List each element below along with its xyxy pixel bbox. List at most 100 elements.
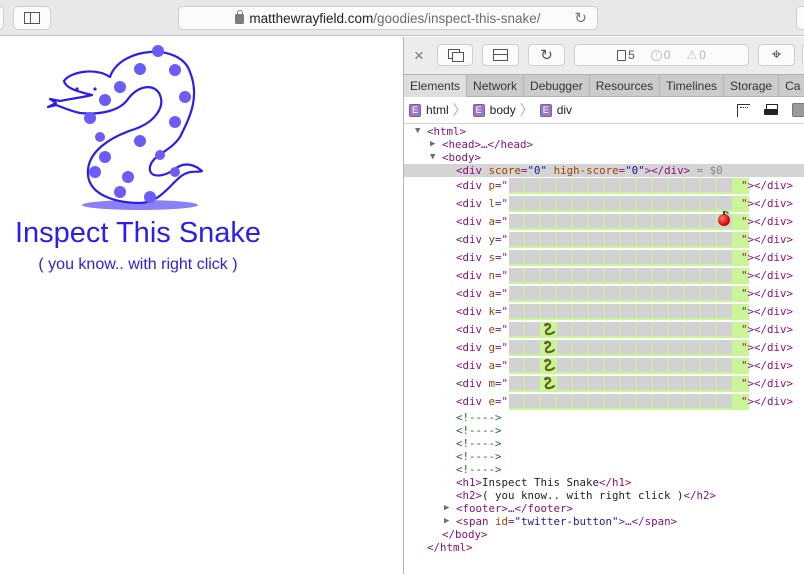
grid-cell (621, 232, 636, 246)
grid-cell (637, 394, 652, 408)
window-icon[interactable] (792, 103, 804, 117)
grid-row[interactable]: <div y=" "></div> (404, 231, 804, 249)
undock-button[interactable] (437, 44, 473, 66)
grid-cell (701, 286, 716, 300)
print-icon[interactable] (764, 103, 778, 117)
grid-row[interactable]: <div a=" "></div> (404, 211, 804, 231)
apple-cell (717, 211, 732, 228)
reload-icon[interactable]: ↻ (574, 9, 587, 27)
disclosure-closed-icon[interactable]: ▶ (430, 138, 435, 151)
tree-node-h1[interactable]: <h1>Inspect This Snake</h1> (404, 476, 804, 489)
disclosure-open-icon[interactable]: ▼ (415, 125, 420, 138)
grid-row-suffix: "></div> (741, 323, 794, 336)
activity-counts-button[interactable]: 5 ! 0 ⚠ 0 (574, 44, 749, 66)
tab-network[interactable]: Network (467, 75, 525, 97)
grid-row[interactable]: <div e=" "></div> (404, 321, 804, 339)
apple-icon (718, 211, 730, 226)
address-bar[interactable]: matthewrayfield.com/goodies/inspect-this… (178, 6, 598, 30)
inspect-element-button[interactable]: ⌖ (758, 44, 795, 66)
grid-cell (669, 286, 684, 300)
grid-row[interactable]: <div a=" "></div> (404, 285, 804, 303)
grid-row[interactable]: <div l=" "></div> (404, 195, 804, 213)
grid-row-prefix: <div p=" (456, 179, 509, 192)
tab-console[interactable]: Ca (779, 75, 804, 97)
url-host: matthewrayfield.com (249, 10, 374, 26)
grid-cell (525, 376, 540, 390)
grid-cell (621, 178, 636, 192)
document-icon (617, 49, 627, 61)
tree-node-h2[interactable]: <h2>( you know.. with right click )</h2> (404, 489, 804, 502)
grid-cell (605, 286, 620, 300)
grid-row[interactable]: <div e=" "></div> (404, 393, 804, 411)
tab-resources[interactable]: Resources (590, 75, 661, 97)
grid-row[interactable]: <div s=" "></div> (404, 249, 804, 267)
tab-debugger[interactable]: Debugger (524, 75, 590, 97)
grid-cell (605, 196, 620, 210)
tab-timelines[interactable]: Timelines (660, 75, 725, 97)
grid-cell (557, 214, 572, 228)
grid-cell (525, 322, 540, 336)
tree-node-html-close: </html> (427, 541, 473, 554)
grid-cell (509, 214, 524, 228)
share-button[interactable] (796, 6, 804, 30)
grid-cell (637, 214, 652, 228)
dock-bottom-button[interactable] (482, 44, 519, 66)
tree-node-footer[interactable]: ▶ <footer>…</footer> (404, 502, 804, 515)
tree-node-body[interactable]: ▼ <body> (404, 151, 804, 164)
breadcrumb-html[interactable]: Ehtml (409, 103, 449, 117)
grid-row[interactable]: <div g=" "></div> (404, 339, 804, 357)
tab-storage[interactable]: Storage (724, 75, 780, 97)
grid-cells (509, 358, 749, 374)
disclosure-closed-icon[interactable]: ▶ (444, 515, 449, 528)
grid-row[interactable]: <div m=" "></div> (404, 375, 804, 393)
disclosure-closed-icon[interactable]: ▶ (444, 502, 449, 515)
grid-cell (573, 286, 588, 300)
grid-cell (509, 196, 524, 210)
grid-cell (653, 250, 668, 264)
tree-node-comment[interactable]: <!----> (404, 463, 804, 476)
ruler-icon[interactable] (737, 103, 750, 117)
grid-cell (653, 304, 668, 318)
grid-cells (509, 268, 749, 284)
tab-elements[interactable]: Elements (404, 75, 468, 97)
grid-cell (525, 214, 540, 228)
grid-row-prefix: <div a=" (456, 287, 509, 300)
tree-node-html[interactable]: ▼ <html> (404, 125, 804, 138)
grid-cell (717, 376, 732, 390)
breadcrumb-div[interactable]: Ediv (539, 103, 572, 117)
grid-cell (653, 214, 668, 228)
tree-node-comment[interactable]: <!----> (404, 437, 804, 450)
grid-cell (621, 196, 636, 210)
back-button[interactable] (0, 6, 4, 30)
grid-row[interactable]: <div k=" "></div> (404, 303, 804, 321)
grid-row[interactable]: <div a=" "></div> (404, 357, 804, 375)
grid-cell (573, 250, 588, 264)
close-inspector-icon[interactable]: × (414, 46, 424, 66)
tree-node-twitter-span[interactable]: ▶ <span id="twitter-button">…</span> (404, 515, 804, 528)
grid-cell (637, 268, 652, 282)
tree-node-score-div[interactable]: <div score="0" high-score="0"></div> = $… (404, 164, 804, 177)
tree-node-comment[interactable]: <!----> (404, 411, 804, 424)
grid-cell (605, 304, 620, 318)
sidebar-toggle-button[interactable] (13, 6, 51, 30)
grid-cell (541, 196, 556, 210)
grid-cell (637, 340, 652, 354)
grid-cell (685, 358, 700, 372)
tree-node-comment[interactable]: <!----> (404, 450, 804, 463)
grid-cell (653, 340, 668, 354)
grid-cells (509, 178, 749, 194)
grid-cell (557, 358, 572, 372)
grid-cell (717, 196, 732, 210)
breadcrumb-body[interactable]: Ebody (472, 103, 516, 117)
grid-cell (685, 178, 700, 192)
grid-cell (621, 394, 636, 408)
grid-row[interactable]: <div p=" "></div> (404, 177, 804, 195)
reload-page-button[interactable]: ↻ (528, 44, 565, 66)
tree-node-comment[interactable]: <!----> (404, 424, 804, 437)
grid-row[interactable]: <div n=" "></div> (404, 267, 804, 285)
disclosure-open-icon[interactable]: ▼ (430, 151, 435, 164)
grid-cell (717, 358, 732, 372)
grid-cells (509, 286, 749, 302)
tree-node-head[interactable]: ▶ <head>…</head> (404, 138, 804, 151)
grid-cell (589, 268, 604, 282)
